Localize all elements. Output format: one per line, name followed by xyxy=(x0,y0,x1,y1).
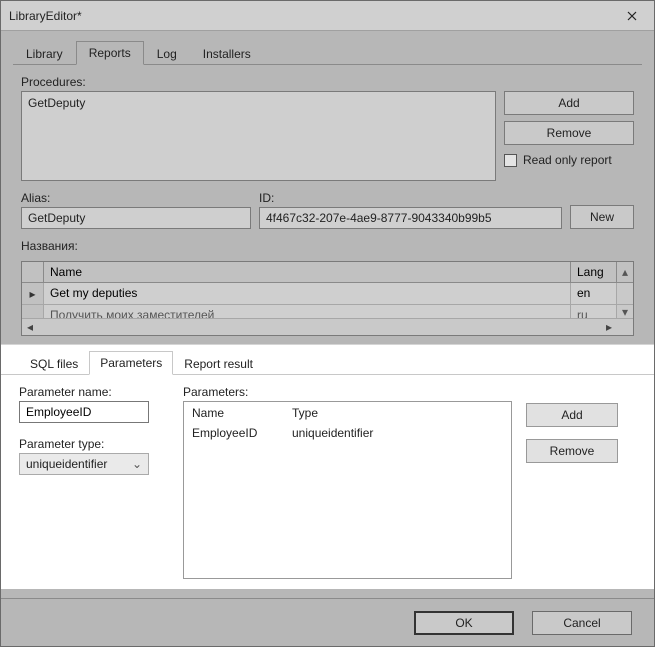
procedure-item[interactable]: GetDeputy xyxy=(28,96,489,110)
vscroll-down[interactable]: ▾ xyxy=(617,305,633,318)
tab-parameters[interactable]: Parameters xyxy=(89,351,173,375)
new-button[interactable]: New xyxy=(570,205,634,229)
dialog-window: LibraryEditor* Library Reports Log Insta… xyxy=(0,0,655,647)
parameters-pane: SQL files Parameters Report result Param… xyxy=(1,344,654,589)
procedures-remove-button[interactable]: Remove xyxy=(504,121,634,145)
tab-sql-files[interactable]: SQL files xyxy=(19,352,89,375)
hscroll-left-icon[interactable]: ◂ xyxy=(22,319,38,335)
param-type-value: uniqueidentifier xyxy=(26,457,107,471)
tab-installers[interactable]: Installers xyxy=(190,42,264,65)
vscroll-track[interactable] xyxy=(617,283,633,304)
id-label: ID: xyxy=(259,191,562,205)
names-cell-name[interactable]: Получить моих заместителей xyxy=(44,305,571,318)
window-title: LibraryEditor* xyxy=(1,9,610,23)
inner-tabs: SQL files Parameters Report result xyxy=(1,345,654,375)
col-header-name[interactable]: Name xyxy=(44,262,571,282)
main-tabs: Library Reports Log Installers xyxy=(13,41,642,65)
param-name-input[interactable]: EmployeeID xyxy=(19,401,149,423)
vscroll-up[interactable]: ▴ xyxy=(617,262,633,282)
names-cell-lang[interactable]: ru xyxy=(571,305,617,318)
row-indicator-icon: ▸ xyxy=(22,283,44,304)
col-header-lang[interactable]: Lang xyxy=(571,262,617,282)
param-col-type: Type xyxy=(292,406,503,420)
tab-library[interactable]: Library xyxy=(13,42,76,65)
hscrollbar[interactable]: ◂ ▸ xyxy=(22,319,633,335)
param-list-label: Parameters: xyxy=(183,385,512,399)
tab-report-result[interactable]: Report result xyxy=(173,352,264,375)
param-type-label: Parameter type: xyxy=(19,437,169,451)
alias-input[interactable]: GetDeputy xyxy=(21,207,251,229)
readonly-checkbox[interactable] xyxy=(504,154,517,167)
reports-pane: Procedures: GetDeputy Add Remove Read on… xyxy=(13,65,642,344)
param-row-type: uniqueidentifier xyxy=(292,426,503,440)
names-row[interactable]: ▸ Get my deputies en xyxy=(22,283,633,305)
cancel-button[interactable]: Cancel xyxy=(532,611,632,635)
names-grid[interactable]: Name Lang ▴ ▸ Get my deputies en Получит… xyxy=(21,261,634,336)
procedures-label: Procedures: xyxy=(21,75,634,89)
param-row-name: EmployeeID xyxy=(192,426,292,440)
hscroll-right-icon[interactable]: ▸ xyxy=(601,319,617,335)
close-button[interactable] xyxy=(610,1,654,30)
id-input[interactable]: 4f467c32-207e-4ae9-8777-9043340b99b5 xyxy=(259,207,562,229)
tab-reports[interactable]: Reports xyxy=(76,41,144,65)
param-list-header: Name Type xyxy=(184,402,511,426)
param-type-select[interactable]: uniqueidentifier ⌄ xyxy=(19,453,149,475)
tab-log[interactable]: Log xyxy=(144,42,190,65)
titlebar: LibraryEditor* xyxy=(1,1,654,31)
readonly-label: Read only report xyxy=(523,153,612,167)
names-label: Названия: xyxy=(21,239,634,253)
names-cell-lang[interactable]: en xyxy=(571,283,617,304)
row-indicator-icon xyxy=(22,305,44,318)
param-col-name: Name xyxy=(192,406,292,420)
names-row[interactable]: Получить моих заместителей ru ▾ xyxy=(22,305,633,319)
names-cell-name[interactable]: Get my deputies xyxy=(44,283,571,304)
close-icon xyxy=(627,11,637,21)
dialog-footer: OK Cancel xyxy=(1,598,654,646)
ok-button[interactable]: OK xyxy=(414,611,514,635)
readonly-checkbox-row[interactable]: Read only report xyxy=(504,153,634,167)
alias-label: Alias: xyxy=(21,191,251,205)
row-selector-header xyxy=(22,262,44,282)
chevron-down-icon: ⌄ xyxy=(132,457,142,471)
param-remove-button[interactable]: Remove xyxy=(526,439,618,463)
names-grid-header: Name Lang ▴ xyxy=(22,262,633,283)
param-add-button[interactable]: Add xyxy=(526,403,618,427)
procedures-list[interactable]: GetDeputy xyxy=(21,91,496,181)
param-list-row[interactable]: EmployeeID uniqueidentifier xyxy=(184,426,511,444)
param-name-label: Parameter name: xyxy=(19,385,169,399)
procedures-add-button[interactable]: Add xyxy=(504,91,634,115)
parameters-list[interactable]: Name Type EmployeeID uniqueidentifier xyxy=(183,401,512,579)
